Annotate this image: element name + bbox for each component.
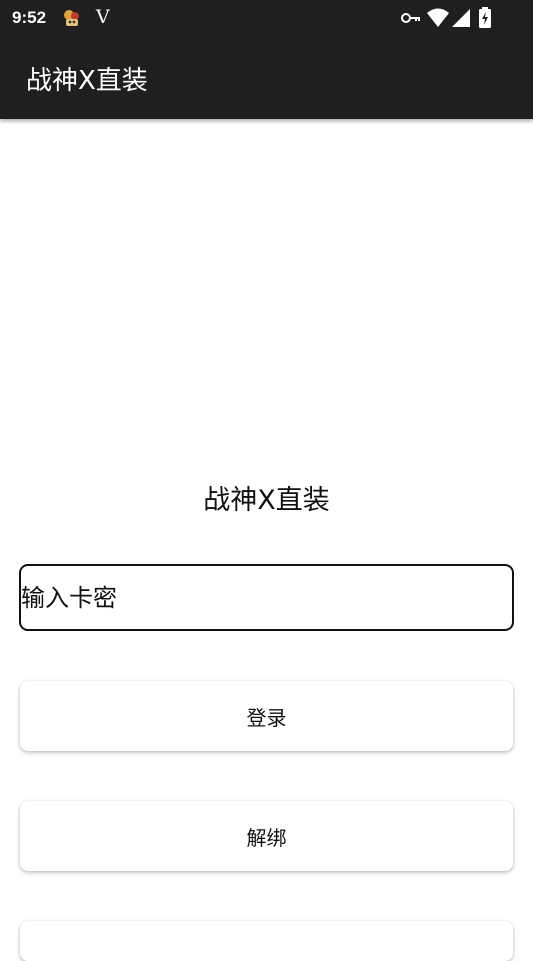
- status-label: V: [96, 6, 110, 28]
- status-bar: 9:52 V: [0, 0, 533, 36]
- vpn-key-icon: [401, 13, 420, 23]
- battery-charging-icon: [479, 7, 491, 28]
- card-key-field[interactable]: [19, 564, 514, 631]
- status-time: 9:52: [12, 8, 47, 27]
- page-title: 战神X直装: [203, 485, 330, 516]
- app-bar: 战神X直装: [0, 36, 533, 119]
- card-key-input[interactable]: [21, 566, 512, 629]
- app-notification-icon: [64, 10, 79, 26]
- wifi-icon: [427, 8, 449, 27]
- login-button[interactable]: 登录: [20, 681, 513, 751]
- app-bar-title: 战神X直装: [26, 66, 148, 96]
- cell-signal-icon: [452, 9, 470, 27]
- partial-button[interactable]: [20, 921, 513, 961]
- unbind-button[interactable]: 解绑: [20, 801, 513, 871]
